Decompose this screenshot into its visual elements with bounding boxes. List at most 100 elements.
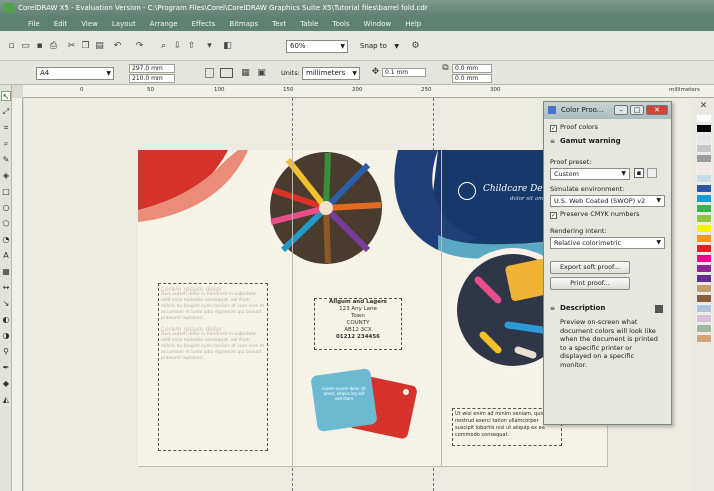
menu-layout[interactable]: Layout <box>105 17 143 31</box>
all-pages-icon[interactable]: ▦ <box>240 68 251 78</box>
duplicate-y-field[interactable]: 0.0 mm <box>452 74 492 83</box>
undo-icon[interactable]: ↶ <box>112 41 123 51</box>
paste-icon[interactable]: ▤ <box>94 41 105 51</box>
color-swatch[interactable] <box>696 254 712 263</box>
minimize-icon[interactable]: – <box>614 105 628 115</box>
close-icon[interactable]: ✕ <box>646 105 668 115</box>
color-swatch[interactable] <box>696 284 712 293</box>
landscape-icon[interactable] <box>220 68 233 78</box>
basic-shapes-tool-icon[interactable]: ◔ <box>1 235 11 245</box>
color-swatch[interactable] <box>696 214 712 223</box>
color-swatch[interactable] <box>696 264 712 273</box>
color-swatch[interactable] <box>696 164 712 173</box>
fill-tool-icon[interactable]: ◆ <box>1 379 11 389</box>
maximize-icon[interactable]: □ <box>630 105 644 115</box>
save-icon[interactable]: ▪ <box>34 41 45 51</box>
table-tool-icon[interactable]: ▦ <box>1 267 11 277</box>
gamut-warning-row[interactable]: ≡ Gamut warning <box>550 137 665 150</box>
ellipse-tool-icon[interactable]: ○ <box>1 203 11 213</box>
color-swatch[interactable] <box>696 204 712 213</box>
dimension-tool-icon[interactable]: ↔ <box>1 283 11 293</box>
print-proof-button[interactable]: Print proof... <box>550 277 630 290</box>
zoom-level-combo[interactable]: 60% ▼ <box>286 40 348 53</box>
paper-size-select[interactable]: A4 ▼ <box>36 67 114 80</box>
new-document-icon[interactable]: ▫ <box>6 41 17 51</box>
menu-edit[interactable]: Edit <box>47 17 75 31</box>
crop-tool-icon[interactable]: ⌗ <box>1 123 11 133</box>
brochure-page[interactable]: Childcare Delight dolor sit amet Lorem i… <box>138 150 607 466</box>
page-height-field[interactable]: 210.0 mm <box>129 74 175 83</box>
no-color-icon[interactable]: ✕ <box>698 101 709 111</box>
delete-preset-icon[interactable] <box>647 168 657 178</box>
portrait-icon[interactable] <box>205 68 214 78</box>
application-launcher-icon[interactable]: ▾ <box>204 41 215 51</box>
export-soft-proof-button[interactable]: Export soft proof... <box>550 261 630 274</box>
help-icon[interactable] <box>655 305 663 313</box>
smart-fill-tool-icon[interactable]: ◈ <box>1 171 11 181</box>
menu-text[interactable]: Text <box>265 17 293 31</box>
horizontal-ruler[interactable]: 0 50 100 150 200 250 300 millimeters <box>23 85 714 98</box>
color-swatch[interactable] <box>696 114 712 123</box>
simulate-environment-select[interactable]: U.S. Web Coated (SWOP) v2 ▼ <box>550 195 665 207</box>
rendering-intent-select[interactable]: Relative colorimetric ▼ <box>550 237 665 249</box>
preserve-cmyk-row[interactable]: ✓ Preserve CMYK numbers <box>550 210 665 221</box>
color-swatch[interactable] <box>696 174 712 183</box>
interactive-fill-tool-icon[interactable]: ◭ <box>1 395 11 405</box>
preserve-cmyk-checkbox[interactable]: ✓ <box>550 212 557 219</box>
color-swatch[interactable] <box>696 234 712 243</box>
import-icon[interactable]: ⇩ <box>172 41 183 51</box>
color-swatch[interactable] <box>696 304 712 313</box>
color-swatch[interactable] <box>696 294 712 303</box>
freehand-tool-icon[interactable]: ✎ <box>1 155 11 165</box>
snap-to-dropdown[interactable]: Snap to ▼ <box>356 40 402 53</box>
welcome-screen-icon[interactable]: ◧ <box>222 41 233 51</box>
rectangle-tool-icon[interactable]: □ <box>1 187 11 197</box>
zoom-tool-icon[interactable]: ⌕ <box>1 139 11 149</box>
shape-tool-icon[interactable]: ⤢ <box>1 107 11 117</box>
open-folder-icon[interactable]: ▭ <box>20 41 31 51</box>
cut-icon[interactable]: ✂ <box>66 41 77 51</box>
duplicate-x-field[interactable]: 0.0 mm <box>452 64 492 73</box>
pick-tool-icon[interactable]: ↖ <box>1 91 11 101</box>
color-swatch[interactable] <box>696 224 712 233</box>
menu-bitmaps[interactable]: Bitmaps <box>222 17 265 31</box>
color-swatch[interactable] <box>696 154 712 163</box>
menu-window[interactable]: Window <box>357 17 399 31</box>
color-swatch[interactable] <box>696 324 712 333</box>
menu-effects[interactable]: Effects <box>185 17 223 31</box>
menu-help[interactable]: Help <box>398 17 428 31</box>
description-header[interactable]: ≡ Description <box>550 304 665 315</box>
menu-file[interactable]: File <box>0 17 47 31</box>
vertical-ruler[interactable] <box>12 98 23 491</box>
menu-tools[interactable]: Tools <box>325 17 356 31</box>
polygon-tool-icon[interactable]: ⬠ <box>1 219 11 229</box>
save-preset-icon[interactable]: ▪ <box>634 168 644 178</box>
color-swatch[interactable] <box>696 334 712 343</box>
current-page-icon[interactable]: ▣ <box>256 68 267 78</box>
outline-tool-icon[interactable]: ✒ <box>1 363 11 373</box>
proof-colors-checkbox[interactable]: ✓ <box>550 125 557 132</box>
transparency-tool-icon[interactable]: ◑ <box>1 331 11 341</box>
docker-title-bar[interactable]: Color Proo... – □ ✕ <box>544 102 671 119</box>
options-icon[interactable]: ⚙ <box>410 41 421 51</box>
color-swatch[interactable] <box>696 144 712 153</box>
page-width-field[interactable]: 297.0 mm <box>129 64 175 73</box>
redo-icon[interactable]: ↷ <box>134 41 145 51</box>
color-swatch[interactable] <box>696 184 712 193</box>
body-text-frame[interactable]: Lorem ipsum dolor Duis autem dolor in he… <box>158 283 268 451</box>
search-content-icon[interactable]: ⌕ <box>158 41 169 51</box>
units-select[interactable]: millimeters ▼ <box>302 67 360 80</box>
menu-arrange[interactable]: Arrange <box>143 17 185 31</box>
blend-tool-icon[interactable]: ◐ <box>1 315 11 325</box>
print-icon[interactable]: ⎙ <box>48 41 59 51</box>
copy-icon[interactable]: ❐ <box>80 41 91 51</box>
address-block[interactable]: Allgum and Lagers 123 Any Lane Town COUN… <box>314 298 402 350</box>
color-swatch[interactable] <box>696 134 712 143</box>
menu-table[interactable]: Table <box>293 17 325 31</box>
menu-view[interactable]: View <box>74 17 105 31</box>
eyedropper-tool-icon[interactable]: ⚲ <box>1 347 11 357</box>
color-swatch[interactable] <box>696 124 712 133</box>
color-swatch[interactable] <box>696 244 712 253</box>
connector-tool-icon[interactable]: ↘ <box>1 299 11 309</box>
color-swatch[interactable] <box>696 194 712 203</box>
